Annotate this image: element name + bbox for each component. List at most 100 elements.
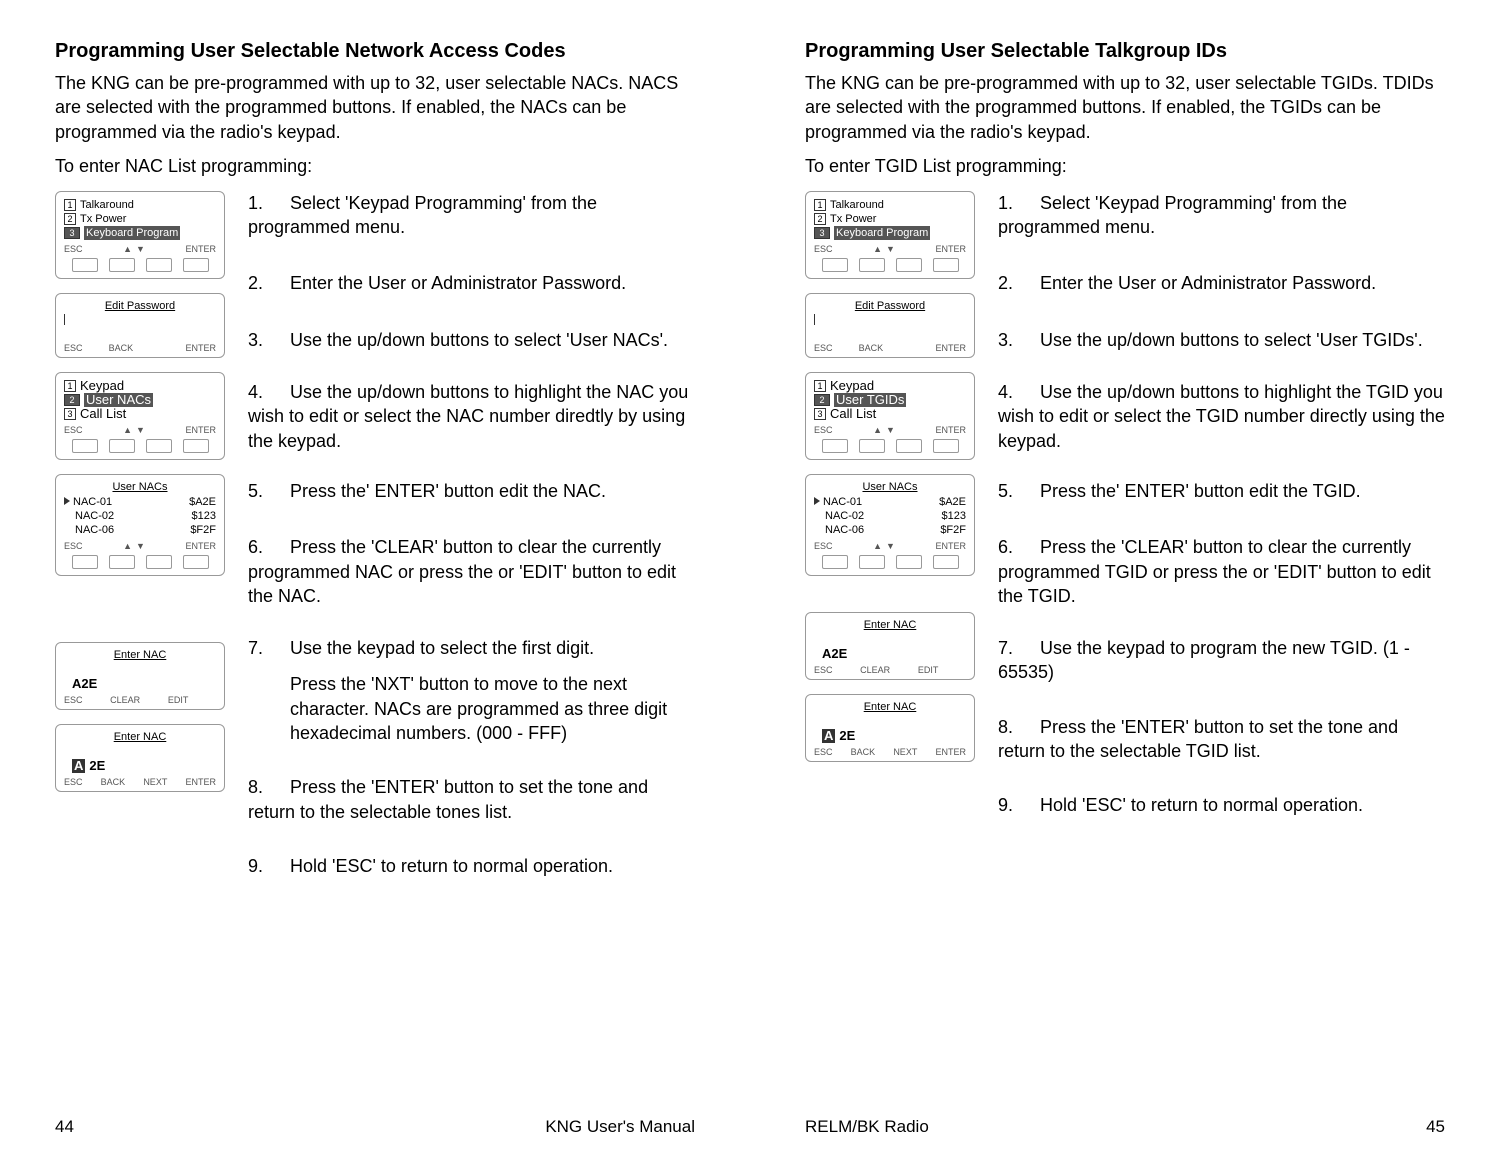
up-icon: ▲ [873,541,882,551]
softkey-edit: EDIT [918,665,939,675]
step-8: 8.Press the 'ENTER' button to set the to… [998,715,1445,764]
softkey-esc: ESC [814,343,833,353]
screen-title: User NACs [812,481,968,493]
softkey-next: NEXT [143,777,167,787]
device-button [146,555,172,569]
pointer-icon [64,497,70,505]
step-9: 9.Hold 'ESC' to return to normal operati… [998,793,1445,817]
down-icon: ▼ [886,244,895,254]
list-value: $A2E [189,495,216,509]
up-icon: ▲ [123,425,132,435]
softkey-enter: ENTER [185,244,216,254]
softkey-enter: ENTER [185,777,216,787]
content-row: 1Talkaround 2Tx Power 3Keyboard Program … [55,191,695,878]
softkey-esc: ESC [64,541,83,551]
page-number: 45 [1426,1117,1445,1137]
device-button [859,555,885,569]
list-item: NAC-02 [64,509,114,523]
softkey-edit: EDIT [168,695,189,705]
softkey-esc: ESC [64,777,83,787]
softkey-enter: ENTER [935,747,966,757]
pointer-icon [814,497,820,505]
device-button [72,555,98,569]
step-7-body: Press the 'NXT' button to move to the ne… [290,672,695,745]
list-item: NAC-01 [73,496,112,508]
section-sub: To enter NAC List programming: [55,156,695,177]
softkey-esc: ESC [64,425,83,435]
entry-value: A2E [72,677,97,691]
menu-item: Tx Power [830,212,876,226]
up-icon: ▲ [873,425,882,435]
device-screen-nac-list: User NACs NAC-01$A2E NAC-02$123 NAC-06$F… [55,474,225,576]
step-1: 1.Select 'Keypad Programming' from the p… [248,191,695,240]
entry-char-selected: A [72,759,85,773]
softkey-clear: CLEAR [860,665,890,675]
step-1: 1.Select 'Keypad Programming' from the p… [998,191,1445,240]
softkey-esc: ESC [814,541,833,551]
list-item: NAC-01 [823,496,862,508]
list-value: $F2F [190,523,216,537]
up-icon: ▲ [873,244,882,254]
down-icon: ▼ [886,541,895,551]
softkey-back: BACK [101,777,126,787]
step-6: 6.Press the 'CLEAR' button to clear the … [998,535,1445,608]
spacer [55,590,230,628]
menu-item-selected: User TGIDs [834,393,906,407]
softkey-esc: ESC [814,665,833,675]
section-sub: To enter TGID List programming: [805,156,1445,177]
list-item: NAC-02 [814,509,864,523]
menu-item: Call List [830,407,876,421]
list-item: NAC-06 [814,523,864,537]
device-button [72,258,98,272]
device-screen-menu1: 1Talkaround 2Tx Power 3Keyboard Program … [55,191,225,279]
menu-item-selected: Keyboard Program [84,226,180,240]
device-button [859,439,885,453]
intro-text: The KNG can be pre-programmed with up to… [805,71,1445,144]
left-page: Programming User Selectable Network Acce… [0,0,750,1159]
softkey-enter: ENTER [185,541,216,551]
softkey-esc: ESC [814,244,833,254]
down-icon: ▼ [136,244,145,254]
screen-title: Enter NAC [812,701,968,713]
device-button [896,555,922,569]
device-screen-menu1: 1Talkaround 2Tx Power 3Keyboard Program … [805,191,975,279]
menu-item: Talkaround [830,198,884,212]
intro-text: The KNG can be pre-programmed with up to… [55,71,695,144]
device-screen-enter1: Enter NAC A2E ESCCLEAREDIT [805,612,975,680]
softkey-esc: ESC [814,425,833,435]
softkey-enter: ENTER [185,343,216,353]
page-spread: Programming User Selectable Network Acce… [0,0,1500,1159]
entry-char-selected: A [822,729,835,743]
softkey-enter: ENTER [935,244,966,254]
right-page: Programming User Selectable Talkgroup ID… [750,0,1500,1159]
device-button [896,439,922,453]
device-button [183,258,209,272]
softkey-next: NEXT [893,747,917,757]
cursor-icon [64,314,65,325]
screen-title: Edit Password [812,300,968,312]
menu-item: Tx Power [80,212,126,226]
step-2: 2.Enter the User or Administrator Passwo… [998,271,1445,295]
steps-column: 1.Select 'Keypad Programming' from the p… [998,191,1445,818]
list-value: $123 [942,509,966,523]
menu-item: Call List [80,407,126,421]
list-value: $A2E [939,495,966,509]
page-number: 44 [55,1117,74,1137]
device-button [109,555,135,569]
spacer [805,590,980,598]
list-value: $F2F [940,523,966,537]
step-4: 4.Use the up/down buttons to highlight t… [248,380,695,453]
device-button [822,258,848,272]
step-3: 3.Use the up/down buttons to select 'Use… [998,328,1445,352]
step-3: 3.Use the up/down buttons to select 'Use… [248,328,695,352]
device-button [183,439,209,453]
up-icon: ▲ [123,541,132,551]
softkey-enter: ENTER [935,343,966,353]
device-screen-menu2: 1Keypad 2User TGIDs 3Call List ESC▲▼ENTE… [805,372,975,460]
steps-column: 1.Select 'Keypad Programming' from the p… [248,191,695,878]
step-9: 9.Hold 'ESC' to return to normal operati… [248,854,695,878]
device-button [183,555,209,569]
softkey-clear: CLEAR [110,695,140,705]
page-title: Programming User Selectable Network Acce… [55,40,695,63]
down-icon: ▼ [886,425,895,435]
